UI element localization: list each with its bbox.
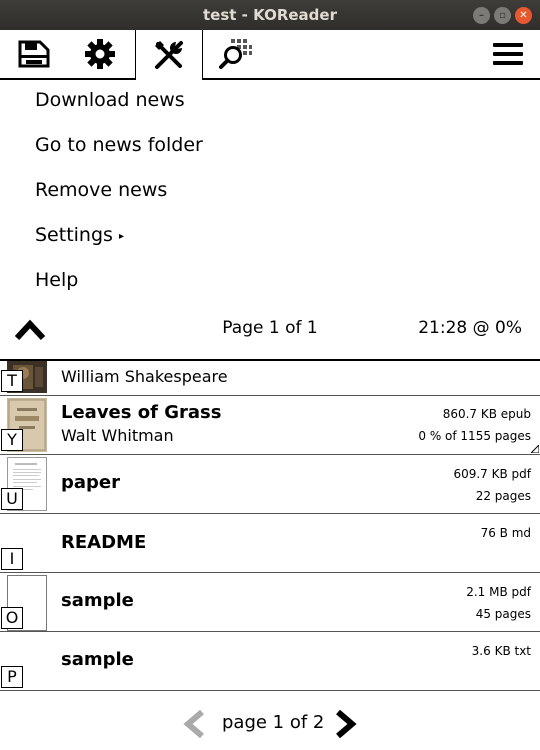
hotkey-badge: O bbox=[1, 607, 23, 629]
menu-item-label: Help bbox=[35, 269, 79, 291]
menu-item-label: Download news bbox=[35, 89, 185, 111]
window-controls: – ▫ ✕ bbox=[473, 7, 532, 24]
tools-menu: Download news Go to news folder Remove n… bbox=[0, 80, 540, 360]
file-title: sample bbox=[61, 590, 134, 611]
file-list-pager: page 1 of 2 bbox=[0, 700, 540, 750]
hamburger-menu-icon bbox=[493, 43, 523, 65]
gear-icon bbox=[85, 39, 115, 69]
chevron-left-icon bbox=[183, 709, 204, 739]
file-size-type: 860.7 KB epub bbox=[442, 407, 531, 421]
hotkey-badge: Y bbox=[1, 429, 23, 451]
list-item[interactable]: P sample 3.6 KB txt bbox=[0, 632, 540, 691]
list-item[interactable]: I README 76 B md bbox=[0, 514, 540, 573]
hotkey-badge: P bbox=[1, 666, 23, 688]
menu-item-remove-news[interactable]: Remove news bbox=[35, 170, 167, 215]
file-size-type: 76 B md bbox=[480, 526, 531, 540]
filemanager-icon bbox=[18, 40, 50, 68]
file-title: paper bbox=[61, 472, 121, 493]
list-item[interactable]: T William Shakespeare bbox=[0, 361, 540, 396]
hotkey-badge: I bbox=[1, 548, 23, 570]
tools-icon bbox=[155, 41, 183, 69]
window-title: test - KOReader bbox=[203, 6, 337, 24]
menu-item-settings[interactable]: Settings ▸ bbox=[35, 215, 124, 260]
next-page-button[interactable] bbox=[332, 709, 360, 743]
page-indicator: page 1 of 2 bbox=[222, 712, 325, 733]
prev-page-button[interactable] bbox=[180, 709, 208, 743]
book-title: Leaves of Grass bbox=[61, 402, 222, 423]
search-icon bbox=[219, 39, 252, 69]
reading-progress: 0 % of 1155 pages bbox=[418, 429, 531, 443]
file-size-type: 3.6 KB txt bbox=[471, 644, 531, 658]
tab-main-menu[interactable] bbox=[484, 30, 532, 78]
menu-item-go-to-news-folder[interactable]: Go to news folder bbox=[35, 125, 203, 170]
menu-item-label: Remove news bbox=[35, 179, 168, 201]
book-author: William Shakespeare bbox=[61, 367, 228, 386]
chevron-right-icon bbox=[336, 709, 357, 739]
minimize-icon: – bbox=[479, 10, 484, 21]
status-clock: 21:28 @ 0% bbox=[418, 318, 522, 338]
window-titlebar[interactable]: test - KOReader – ▫ ✕ bbox=[0, 0, 540, 30]
list-item[interactable]: O sample 2.1 MB pdf 45 pages bbox=[0, 573, 540, 632]
menu-item-help[interactable]: Help bbox=[35, 260, 78, 305]
tab-filemanager[interactable] bbox=[10, 30, 58, 78]
menu-footer: Page 1 of 1 21:28 @ 0% bbox=[0, 310, 540, 350]
page-count: 45 pages bbox=[475, 607, 531, 621]
page-count: 22 pages bbox=[475, 489, 531, 503]
file-title: sample bbox=[61, 649, 134, 670]
list-item[interactable]: Y Leaves of Grass Walt Whitman 860.7 KB … bbox=[0, 396, 540, 455]
submenu-arrow-icon: ▸ bbox=[118, 231, 124, 242]
menu-item-label: Go to news folder bbox=[35, 134, 203, 156]
menu-tab-bar bbox=[0, 30, 540, 80]
list-item[interactable]: U paper 609.7 KB pdf 22 pages bbox=[0, 455, 540, 514]
file-size-type: 2.1 MB pdf bbox=[466, 585, 531, 599]
maximize-icon: ▫ bbox=[499, 10, 506, 21]
minimize-button[interactable]: – bbox=[473, 7, 490, 24]
menu-item-download-news[interactable]: Download news bbox=[35, 80, 185, 125]
hotkey-badge: U bbox=[1, 488, 23, 510]
hotkey-badge: T bbox=[1, 370, 23, 392]
dogear-icon bbox=[531, 445, 539, 453]
book-author: Walt Whitman bbox=[61, 426, 174, 445]
tab-tools[interactable] bbox=[135, 30, 203, 80]
file-size-type: 609.7 KB pdf bbox=[453, 467, 531, 481]
menu-item-label: Settings bbox=[35, 224, 113, 246]
file-title: README bbox=[61, 532, 147, 553]
tab-search[interactable] bbox=[212, 30, 260, 78]
maximize-button[interactable]: ▫ bbox=[494, 7, 511, 24]
close-button[interactable]: ✕ bbox=[515, 7, 532, 24]
close-icon: ✕ bbox=[519, 10, 528, 21]
tab-settings[interactable] bbox=[76, 30, 124, 78]
